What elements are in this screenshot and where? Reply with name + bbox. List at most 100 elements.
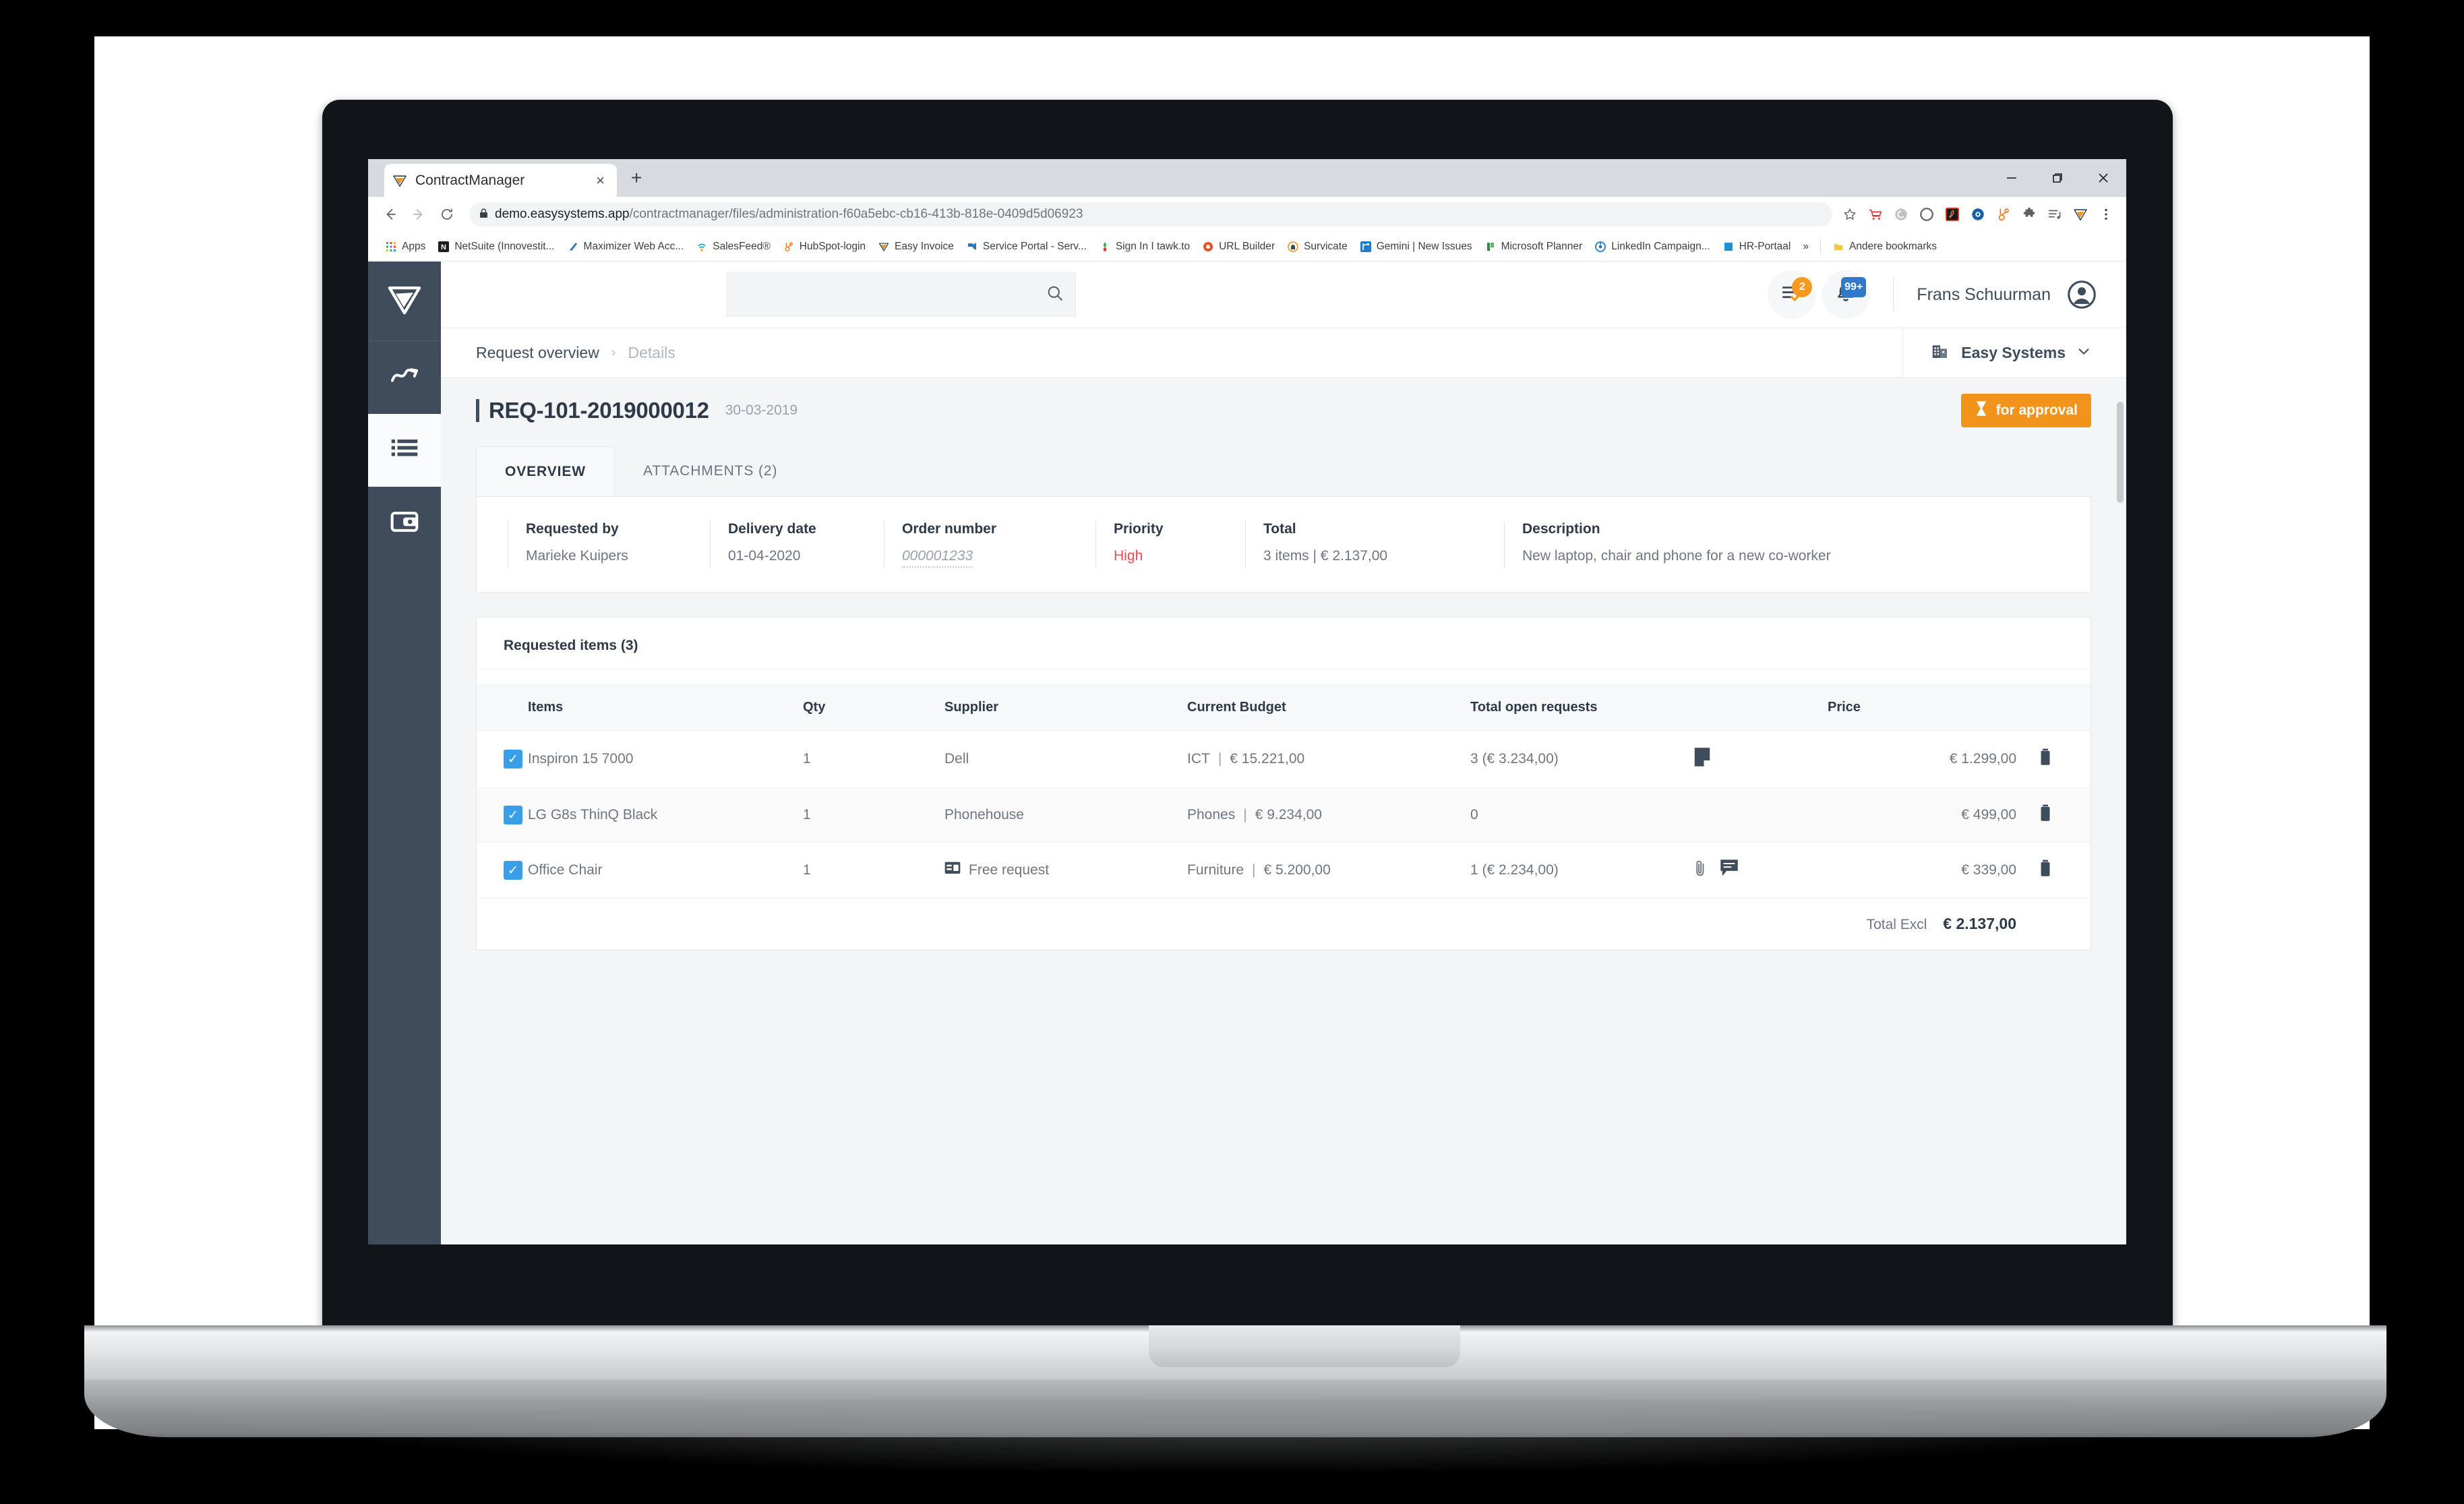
attachment-icon[interactable] bbox=[1693, 859, 1708, 882]
column-total-open-requests: Total open requests bbox=[1470, 684, 1693, 731]
info-value: Marieke Kuipers bbox=[526, 548, 628, 564]
playlist-icon[interactable] bbox=[2047, 206, 2063, 222]
adobe-acrobat-icon[interactable] bbox=[1944, 206, 1960, 222]
browser-tab[interactable]: ContractManager × bbox=[384, 164, 617, 197]
row-delete-cell[interactable] bbox=[2016, 787, 2091, 843]
close-icon[interactable]: × bbox=[592, 172, 609, 189]
bookmark-hr-portaal[interactable]: HR-Portaal bbox=[1716, 241, 1797, 253]
chevron-down-icon bbox=[2076, 344, 2091, 362]
building-icon bbox=[1930, 341, 1950, 365]
easysystems-icon[interactable] bbox=[2072, 206, 2089, 222]
tab-attachments[interactable]: ATTACHMENTS (2) bbox=[615, 446, 806, 496]
laptop-shadow bbox=[182, 1400, 2289, 1474]
url-path: /contractmanager/files/administration-f6… bbox=[629, 207, 1083, 221]
back-icon[interactable] bbox=[378, 202, 403, 227]
sidebar-item-requests[interactable] bbox=[368, 414, 441, 487]
chrome-menu-icon[interactable] bbox=[2098, 206, 2114, 222]
bookmark-url-builder[interactable]: URL Builder bbox=[1196, 241, 1281, 253]
row-select-cell[interactable]: ✓ bbox=[477, 787, 528, 843]
url-builder-icon bbox=[1202, 241, 1214, 253]
row-delete-cell[interactable] bbox=[2016, 842, 2091, 899]
comment-icon[interactable] bbox=[1720, 859, 1739, 882]
org-selector[interactable]: Easy Systems bbox=[1902, 328, 2091, 378]
table-row[interactable]: ✓ LG G8s ThinQ Black 1 Phonehouse Phones… bbox=[477, 787, 2091, 843]
sidebar-item-invoices[interactable] bbox=[368, 487, 441, 560]
bookmark-netsuite[interactable]: N NetSuite (Innovestit... bbox=[431, 241, 560, 253]
bookmark-apps[interactable]: Apps bbox=[379, 241, 431, 253]
status-badge[interactable]: for approval bbox=[1960, 393, 2091, 427]
table-row[interactable]: ✓ Inspiron 15 7000 1 Dell ICT | € 15.221,0… bbox=[477, 730, 2091, 788]
bookmarks-bar: Apps N NetSuite (Innovestit... Maximizer… bbox=[368, 232, 2126, 262]
row-checkbox[interactable]: ✓ bbox=[504, 806, 522, 824]
scrollbar-thumb[interactable] bbox=[2117, 402, 2124, 503]
bookmark-service-portal[interactable]: Service Portal - Serv... bbox=[960, 241, 1093, 253]
bookmarks-overflow-button[interactable]: » bbox=[1797, 241, 1815, 253]
minimize-icon[interactable] bbox=[1989, 159, 2035, 197]
browser-tab-title: ContractManager bbox=[415, 172, 525, 188]
close-icon[interactable] bbox=[2080, 159, 2126, 197]
user-name[interactable]: Frans Schuurman bbox=[1917, 285, 2051, 305]
puzzle-extension-icon[interactable] bbox=[2021, 206, 2037, 222]
search-box[interactable] bbox=[727, 272, 1076, 317]
linkedin-icon bbox=[1594, 241, 1606, 253]
table-row[interactable]: ✓ Office Chair 1 Free request Furniture … bbox=[477, 842, 2091, 899]
order-number-value[interactable]: 000001233 bbox=[902, 548, 973, 568]
bookmarks-overflow-label: » bbox=[1803, 240, 1809, 252]
row-delete-cell[interactable] bbox=[2016, 730, 2091, 788]
row-select-cell[interactable]: ✓ bbox=[477, 842, 528, 899]
star-icon[interactable] bbox=[1842, 206, 1858, 222]
maximize-icon[interactable] bbox=[2035, 159, 2080, 197]
note-icon[interactable] bbox=[1693, 747, 1712, 771]
tasks-button[interactable]: 2 bbox=[1768, 270, 1817, 319]
requested-items-table: Items Qty Supplier Current Budget Total … bbox=[477, 684, 2091, 950]
search-input[interactable] bbox=[738, 287, 1046, 302]
content-area: OVERVIEW ATTACHMENTS (2) Requested by Ma… bbox=[441, 442, 2126, 1244]
info-total: Total 3 items | € 2.137,00 bbox=[1245, 521, 1504, 568]
window-controls bbox=[1989, 159, 2126, 197]
hubspot-icon[interactable] bbox=[1995, 206, 2012, 222]
grammarly-icon[interactable] bbox=[1893, 206, 1909, 222]
bookmark-microsoft-planner[interactable]: Microsoft Planner bbox=[1478, 241, 1589, 253]
address-bar[interactable]: demo.easysystems.app/contractmanager/fil… bbox=[469, 202, 1832, 227]
bookmark-gemini[interactable]: Gemini | New Issues bbox=[1354, 241, 1478, 253]
trash-icon[interactable] bbox=[2038, 748, 2053, 769]
bookmark-salesfeed[interactable]: SalesFeed® bbox=[690, 241, 777, 253]
status-badge-label: for approval bbox=[1995, 402, 2078, 418]
row-checkbox[interactable]: ✓ bbox=[504, 750, 522, 769]
header-actions: 2 99+ Frans Schuurman bbox=[1762, 270, 2097, 319]
tab-overview[interactable]: OVERVIEW bbox=[476, 446, 615, 496]
bookmark-other-bookmarks[interactable]: Andere bookmarks bbox=[1826, 241, 1943, 253]
bookmark-maximizer[interactable]: Maximizer Web Acc... bbox=[561, 241, 690, 253]
tab-bar: OVERVIEW ATTACHMENTS (2) bbox=[476, 442, 2091, 496]
sidebar-item-analytics[interactable] bbox=[368, 341, 441, 414]
messaging-icon[interactable] bbox=[1970, 206, 1986, 222]
row-select-cell[interactable]: ✓ bbox=[477, 730, 528, 788]
total-value: € 2.137,00 bbox=[1943, 915, 2016, 932]
user-avatar-icon[interactable] bbox=[2067, 280, 2097, 309]
bookmark-easy-invoice[interactable]: Easy Invoice bbox=[872, 241, 960, 253]
bookmark-tawkto[interactable]: Sign In I tawk.to bbox=[1093, 241, 1196, 253]
trash-icon[interactable] bbox=[2038, 804, 2053, 825]
row-icons bbox=[1693, 787, 1828, 843]
sidebar-logo[interactable] bbox=[368, 262, 441, 341]
trash-icon[interactable] bbox=[2038, 860, 2053, 880]
url-domain: demo.easysystems.app bbox=[495, 207, 630, 221]
new-tab-button[interactable]: + bbox=[631, 169, 642, 187]
reload-icon[interactable] bbox=[434, 202, 460, 227]
analytics-chart-icon bbox=[389, 361, 420, 395]
forward-icon[interactable] bbox=[406, 202, 431, 227]
breadcrumb-parent[interactable]: Request overview bbox=[476, 344, 599, 362]
notifications-button[interactable]: 99+ bbox=[1822, 270, 1871, 319]
bookmark-linkedin[interactable]: LinkedIn Campaign... bbox=[1588, 241, 1716, 253]
opera-icon[interactable] bbox=[1919, 206, 1935, 222]
shopping-cart-icon[interactable] bbox=[1867, 206, 1884, 222]
bookmark-label: Maximizer Web Acc... bbox=[583, 240, 684, 252]
bookmark-survicate[interactable]: Survicate bbox=[1281, 241, 1354, 253]
divider: | bbox=[1218, 751, 1222, 766]
search-icon[interactable] bbox=[1046, 284, 1064, 306]
row-open-requests: 0 bbox=[1470, 787, 1693, 843]
bookmark-hubspot[interactable]: HubSpot-login bbox=[777, 241, 872, 253]
row-checkbox[interactable]: ✓ bbox=[504, 861, 522, 880]
info-order-number: Order number 000001233 bbox=[884, 521, 1095, 568]
row-budget-name: Phones bbox=[1187, 807, 1236, 822]
